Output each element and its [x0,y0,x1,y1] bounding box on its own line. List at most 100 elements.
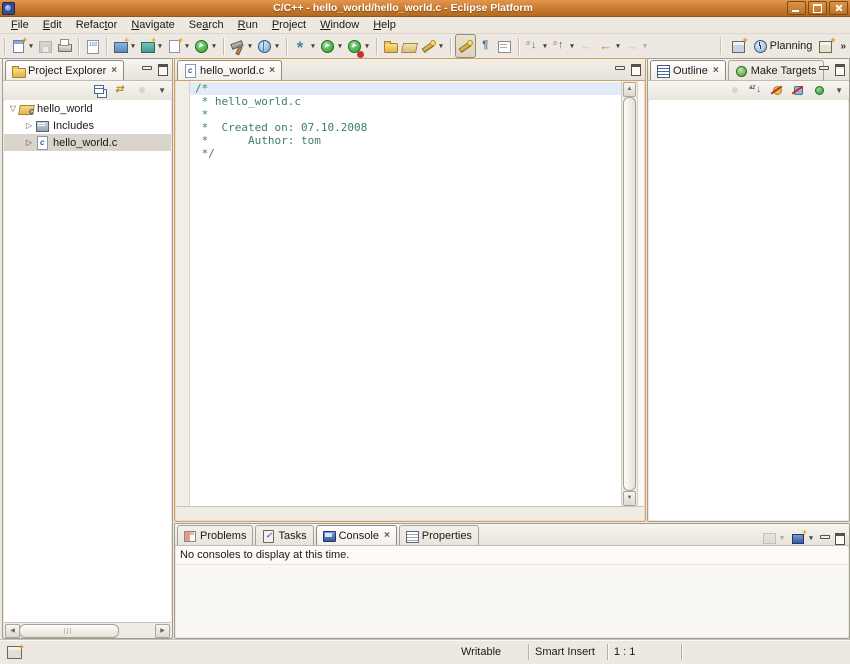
chevron-down-icon[interactable] [129,42,137,50]
menu-refactor[interactable]: Refactor [69,18,125,32]
minimize-view-button[interactable] [817,63,830,75]
code-line[interactable]: * [190,108,621,121]
chevron-down-icon[interactable] [363,42,371,50]
view-menu-icon[interactable]: ▼ [832,86,846,95]
tab-hello-world-c[interactable]: hello_world.c × [177,60,282,80]
collapsed-twistie-icon[interactable]: ▷ [24,138,34,147]
chevron-down-icon[interactable] [541,42,549,50]
app-icon[interactable] [2,2,15,15]
last-edit-location-button[interactable] [577,35,596,57]
chevron-down-icon[interactable] [614,42,622,50]
code-line[interactable]: * Created on: 07.10.2008 [190,121,621,134]
menu-edit[interactable]: Edit [36,18,69,32]
new-c-project-button[interactable] [111,35,138,57]
menu-navigate[interactable]: Navigate [124,18,181,32]
minimize-view-button[interactable] [613,63,626,75]
save-button[interactable] [36,35,55,57]
maximize-view-button[interactable] [629,63,642,75]
maximize-view-button[interactable] [156,63,169,75]
collapsed-twistie-icon[interactable]: ▷ [24,121,34,130]
tab-project-explorer[interactable]: Project Explorer × [5,60,124,80]
minimize-view-button[interactable] [140,63,153,75]
minimize-button[interactable] [787,1,806,15]
new-wizard-button[interactable] [9,35,36,57]
code-line[interactable]: * Author: tom [190,134,621,147]
horizontal-scrollbar[interactable] [176,506,644,520]
menu-project[interactable]: Project [265,18,313,32]
code-line[interactable]: /* [190,82,621,95]
open-element-button[interactable] [381,35,400,57]
back-button[interactable] [596,35,623,57]
chevron-down-icon[interactable] [246,42,254,50]
menu-run[interactable]: Run [231,18,265,32]
perspective-c-button[interactable] [816,35,835,57]
sort-icon[interactable] [748,82,765,99]
run-wizard-button[interactable] [192,35,219,57]
chevron-down-icon[interactable] [778,534,786,542]
hide-fields-icon[interactable] [769,82,786,99]
highlight-toggle-button[interactable] [455,34,476,58]
horizontal-scrollbar[interactable]: ◀ ▶ [4,622,171,637]
maximize-view-button[interactable] [833,63,846,75]
tab-outline[interactable]: Outline × [650,60,726,80]
tree-item-hello-world-c[interactable]: ▷ hello_world.c [4,134,171,151]
scroll-up-icon[interactable]: ▲ [623,82,636,97]
hide-non-public-icon[interactable] [811,82,828,99]
close-icon[interactable]: × [111,66,117,76]
scroll-left-icon[interactable]: ◀ [5,624,20,638]
maximize-button[interactable] [808,1,827,15]
search-button[interactable] [419,35,446,57]
chevron-down-icon[interactable] [210,42,218,50]
forward-button[interactable] [623,35,650,57]
previous-annotation-button[interactable] [550,35,577,57]
code-line[interactable]: * hello_world.c [190,95,621,108]
scrollbar-thumb[interactable] [19,624,119,638]
chevron-down-icon[interactable] [27,42,35,50]
next-annotation-button[interactable] [523,35,550,57]
tab-console[interactable]: Console × [316,525,397,545]
tab-make-targets[interactable]: Make Targets [728,60,824,80]
tab-problems[interactable]: Problems [177,525,253,545]
perspective-overflow-chevron[interactable]: » [840,41,846,52]
chevron-down-icon[interactable] [309,42,317,50]
print-button[interactable] [55,35,74,57]
open-resource-button[interactable] [400,35,419,57]
view-menu-icon[interactable]: ▼ [155,86,169,95]
open-perspective-button[interactable] [729,35,748,57]
chevron-down-icon[interactable] [807,534,815,542]
scrollbar-thumb[interactable] [623,97,636,491]
chevron-down-icon[interactable] [568,42,576,50]
close-icon[interactable]: × [384,531,390,541]
open-binary-button[interactable] [83,35,102,57]
chevron-down-icon[interactable] [183,42,191,50]
scroll-down-icon[interactable]: ▼ [623,491,636,506]
new-c-file-button[interactable] [165,35,192,57]
menu-window[interactable]: Window [313,18,366,32]
minimize-view-button[interactable] [818,532,831,544]
overview-ruler[interactable] [637,81,644,507]
chevron-down-icon[interactable] [336,42,344,50]
vertical-scrollbar[interactable]: ▲ ▼ [621,81,637,507]
perspective-planning-button[interactable]: Planning [751,35,814,57]
show-whitespace-button[interactable] [476,35,495,57]
close-button[interactable] [829,1,848,15]
chevron-down-icon[interactable] [437,42,445,50]
tree-item-hello-world[interactable]: ▽ hello_world [4,100,171,117]
menu-file[interactable]: File [4,18,36,32]
chevron-down-icon[interactable] [641,42,649,50]
close-icon[interactable]: × [713,66,719,76]
expanded-twistie-icon[interactable]: ▽ [8,104,18,113]
new-cpp-project-button[interactable] [138,35,165,57]
code-line[interactable]: */ [190,147,621,160]
menu-help[interactable]: Help [366,18,403,32]
link-with-editor-icon[interactable] [113,82,130,99]
focus-on-active-task-icon[interactable] [134,82,151,99]
collapse-all-icon[interactable] [92,82,109,99]
tab-tasks[interactable]: Tasks [255,525,313,545]
debug-button[interactable] [291,35,318,57]
close-icon[interactable]: × [269,66,275,76]
tree-item-includes[interactable]: ▷ Includes [4,117,171,134]
menu-search[interactable]: Search [182,18,231,32]
fast-view-icon[interactable] [7,646,22,659]
annotation-ruler[interactable] [176,81,190,507]
